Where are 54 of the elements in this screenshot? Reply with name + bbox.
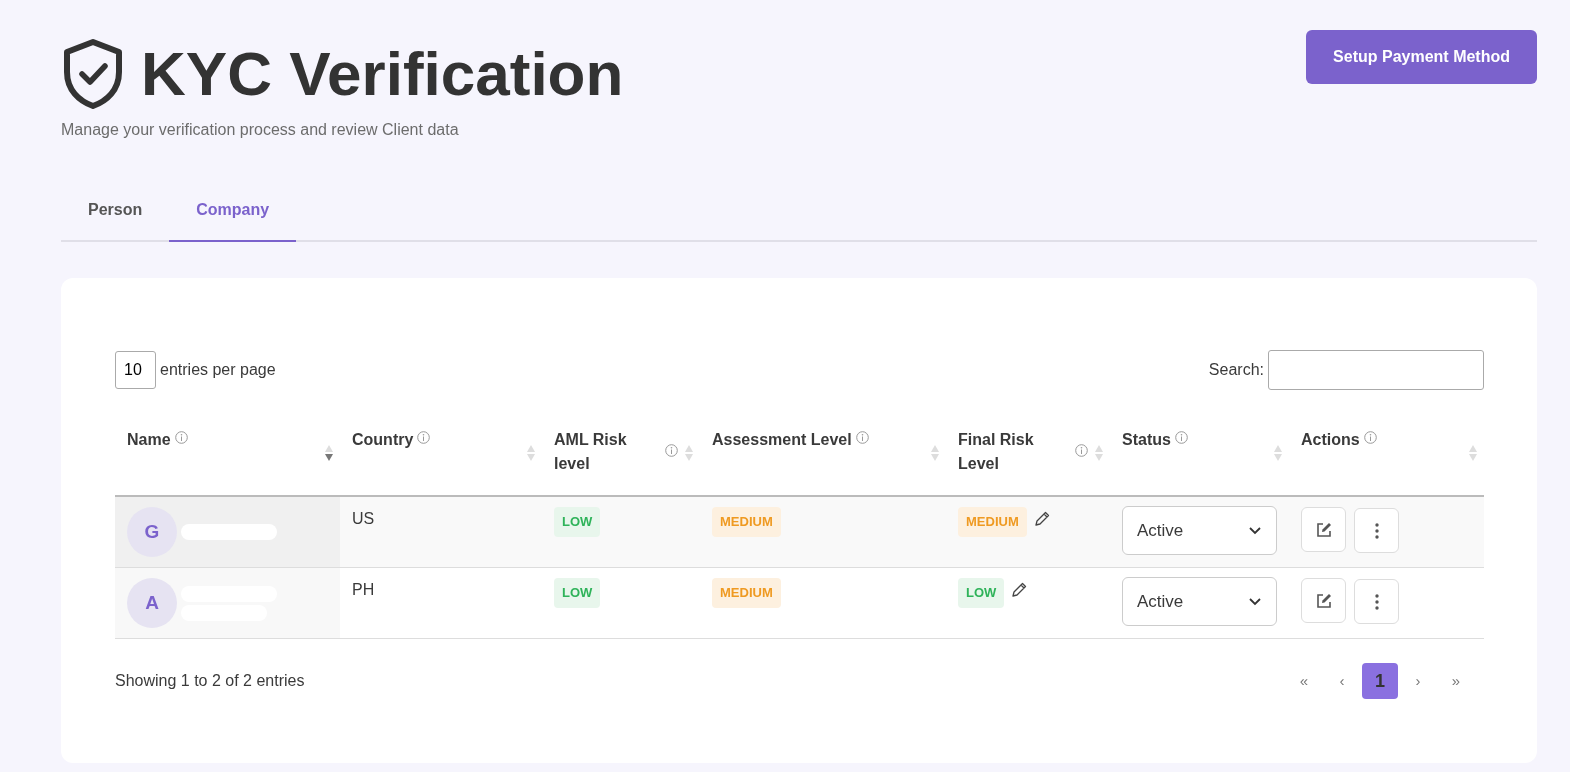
page-button[interactable]: «: [1286, 663, 1322, 699]
more-icon: [1374, 593, 1379, 610]
edit-icon: [1314, 591, 1333, 610]
page-button[interactable]: »: [1438, 663, 1474, 699]
page-button[interactable]: ›: [1400, 663, 1436, 699]
column-header[interactable]: Final Risk Level: [958, 428, 1048, 476]
info-icon: [855, 431, 869, 444]
column-header[interactable]: Assessment Level: [712, 428, 852, 452]
more-icon: [1374, 522, 1379, 539]
country-text: PH: [352, 581, 375, 598]
info-icon: [665, 444, 678, 457]
avatar: G: [127, 507, 177, 557]
info-icon: [417, 431, 431, 444]
entries-summary: Showing 1 to 2 of 2 entries: [115, 671, 305, 691]
page-button[interactable]: ‹: [1324, 663, 1360, 699]
edit-button[interactable]: [1301, 507, 1346, 552]
country-text: US: [352, 510, 375, 527]
column-header[interactable]: Name: [127, 428, 171, 452]
risk-tag: MEDIUM: [712, 507, 781, 537]
page-subtitle: Manage your verification process and review Client data: [61, 120, 460, 140]
risk-tag: LOW: [554, 507, 601, 537]
risk-tag: MEDIUM: [958, 507, 1027, 537]
chevron-down-icon: [1248, 526, 1262, 535]
status-select[interactable]: Active: [1122, 577, 1277, 626]
more-button[interactable]: [1354, 579, 1399, 624]
risk-tag: LOW: [958, 578, 1005, 608]
search-field[interactable]: [1268, 350, 1484, 390]
status-select[interactable]: Active: [1122, 506, 1277, 555]
info-icon: [1174, 431, 1188, 444]
edit-button[interactable]: [1301, 578, 1346, 623]
info-icon: [1363, 431, 1377, 444]
edit-icon: [1314, 520, 1333, 539]
column-header[interactable]: Actions: [1301, 428, 1360, 452]
column-header[interactable]: Country: [352, 428, 414, 452]
column-header[interactable]: AML Risk level: [554, 428, 644, 476]
column-header[interactable]: Status: [1122, 428, 1171, 452]
shield-check-icon: [61, 38, 125, 110]
search-label: Search:: [1208, 360, 1264, 380]
tab[interactable]: Company: [169, 186, 297, 242]
pencil-icon[interactable]: [1010, 581, 1029, 599]
page-size-field[interactable]: 10: [115, 351, 156, 389]
more-button[interactable]: [1354, 508, 1399, 553]
avatar: A: [127, 578, 177, 628]
info-icon: [174, 431, 188, 444]
tab[interactable]: Person: [61, 186, 170, 242]
chevron-down-icon: [1248, 597, 1262, 606]
risk-tag: LOW: [554, 578, 601, 608]
page-title: KYC Verification: [141, 43, 624, 105]
page-size-label: entries per page: [160, 360, 276, 380]
risk-tag: MEDIUM: [712, 578, 781, 608]
pencil-icon[interactable]: [1032, 510, 1051, 528]
info-icon: [1075, 444, 1088, 457]
setup-payment-button[interactable]: Setup Payment Method: [1306, 30, 1537, 84]
sort-icon[interactable]: [324, 444, 334, 462]
